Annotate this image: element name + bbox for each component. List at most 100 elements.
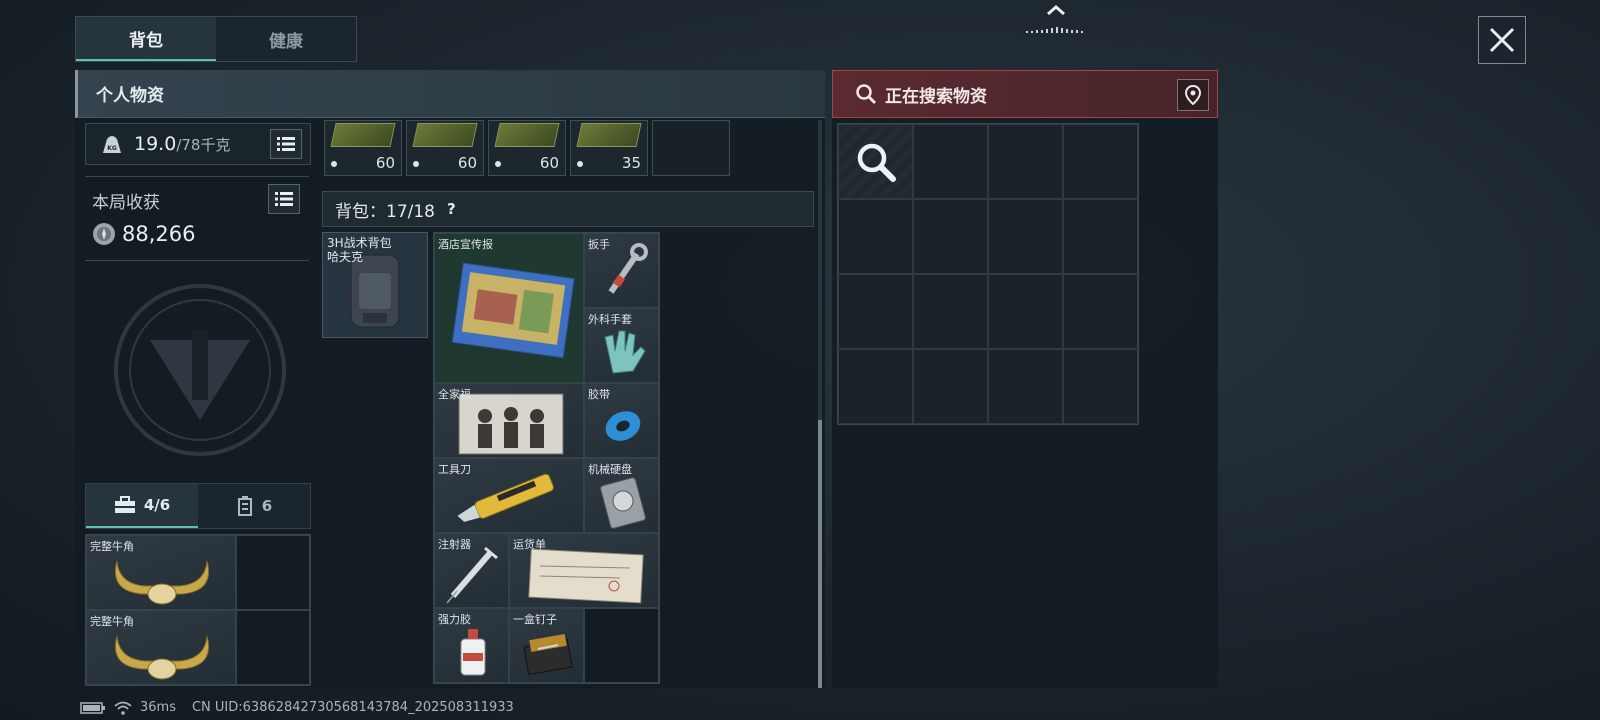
- tab-container[interactable]: 6: [198, 484, 310, 528]
- searching-slot[interactable]: [838, 124, 913, 199]
- session-loot-title: 本局收获: [92, 193, 160, 213]
- magnifier-icon: [857, 143, 896, 182]
- main-tabs: 背包 健康: [75, 16, 357, 62]
- empty-slot[interactable]: [913, 124, 988, 199]
- item-slot[interactable]: 外科手套: [584, 308, 659, 383]
- ammo-dot: [495, 161, 501, 167]
- ammo-slot[interactable]: 60: [488, 120, 566, 176]
- faction-emblem-watermark: [114, 284, 286, 456]
- collapse-handle[interactable]: [1020, 0, 1092, 40]
- battery-icon: [80, 701, 105, 714]
- ping-value: 36ms: [140, 700, 176, 715]
- empty-slot[interactable]: [988, 199, 1063, 274]
- empty-slot[interactable]: [1063, 349, 1138, 424]
- item-slot[interactable]: 工具刀: [434, 458, 584, 533]
- ammo-slot[interactable]: 35: [570, 120, 648, 176]
- backpack-capacity: 背包：17/18: [335, 201, 435, 222]
- empty-slot[interactable]: [236, 610, 310, 685]
- backpack-grid: 酒店宣传报 扳手 外科手套 全家福 胶带 工具刀 机械硬盘 注射器 运货单 强力…: [433, 232, 660, 684]
- backpack-capacity-bar: 背包：17/18 ?: [322, 191, 814, 227]
- ammo-count: 60: [457, 154, 477, 172]
- empty-slot[interactable]: [988, 124, 1063, 199]
- carry-weight: KG 19.0 /78千克: [85, 123, 311, 165]
- location-button[interactable]: [1177, 79, 1209, 111]
- search-icon: [856, 84, 877, 105]
- ammo-box-icon: [494, 123, 560, 147]
- ammo-box-icon: [412, 123, 478, 147]
- panel-title: 个人物资: [96, 86, 164, 106]
- empty-slot[interactable]: [1063, 274, 1138, 349]
- empty-slot[interactable]: [1063, 199, 1138, 274]
- weight-current: 19.0: [134, 133, 177, 155]
- empty-slot[interactable]: [988, 349, 1063, 424]
- item-label: 注射器: [438, 538, 471, 551]
- tab-health[interactable]: 健康: [216, 17, 356, 61]
- ammo-box-icon: [576, 123, 642, 147]
- svg-text:KG: KG: [107, 145, 117, 152]
- equipped-backpack[interactable]: 3H战术背包 哈夫克: [322, 232, 428, 338]
- backpack-name: 3H战术背包 哈夫克: [327, 236, 392, 264]
- session-loot-value: 88,266: [92, 222, 195, 246]
- item-label: 运货单: [513, 538, 546, 551]
- search-header: 正在搜索物资: [832, 70, 1218, 118]
- hotel-poster-icon: [451, 262, 575, 359]
- item-slot[interactable]: 全家福: [434, 383, 584, 458]
- item-slot[interactable]: 机械硬盘: [584, 458, 659, 533]
- empty-slot[interactable]: [236, 535, 310, 610]
- item-slot[interactable]: 扳手: [584, 233, 659, 308]
- item-slot[interactable]: 完整牛角: [86, 610, 236, 685]
- ammo-slot[interactable]: 60: [324, 120, 402, 176]
- item-slot[interactable]: 酒店宣传报: [434, 233, 584, 383]
- list-icon: [277, 137, 295, 151]
- item-slot[interactable]: 一盒钉子: [509, 608, 584, 683]
- empty-slot[interactable]: [838, 349, 913, 424]
- location-pin-icon: [1185, 85, 1201, 105]
- coin-icon: [93, 223, 115, 245]
- empty-slot[interactable]: [913, 199, 988, 274]
- empty-slot[interactable]: [1063, 124, 1138, 199]
- divider: [85, 176, 309, 177]
- ammo-dot: [577, 161, 583, 167]
- item-slot[interactable]: 完整牛角: [86, 535, 236, 610]
- safe-box-grid: 完整牛角 完整牛角: [85, 534, 311, 686]
- item-label: 完整牛角: [90, 540, 134, 553]
- help-button[interactable]: ?: [447, 200, 456, 218]
- chevron-up-icon: [1026, 5, 1083, 33]
- ammo-count: 35: [621, 154, 641, 172]
- loot-list-button[interactable]: [268, 184, 300, 214]
- personal-items-header: 个人物资: [75, 70, 825, 118]
- item-label: 机械硬盘: [588, 463, 632, 476]
- search-container-grid: [837, 123, 1139, 425]
- weight-max: /78千克: [176, 135, 231, 154]
- item-slot[interactable]: 胶带: [584, 383, 659, 458]
- ammo-count: 60: [375, 154, 395, 172]
- item-label: 全家福: [438, 388, 471, 401]
- close-button[interactable]: [1478, 16, 1526, 64]
- toolbox-icon: [114, 496, 135, 513]
- item-label: 一盒钉子: [513, 613, 557, 626]
- item-label: 强力胶: [438, 613, 471, 626]
- item-slot[interactable]: 强力胶: [434, 608, 509, 683]
- empty-slot[interactable]: [913, 349, 988, 424]
- container-icon: [237, 496, 252, 516]
- item-slot[interactable]: 注射器: [434, 533, 509, 608]
- empty-slot[interactable]: [838, 199, 913, 274]
- item-slot[interactable]: 运货单: [509, 533, 659, 608]
- item-label: 工具刀: [438, 463, 471, 476]
- empty-slot[interactable]: [988, 274, 1063, 349]
- safe-box-tabs: 4/6 6: [85, 483, 311, 529]
- empty-slot[interactable]: [838, 274, 913, 349]
- item-label: 胶带: [588, 388, 610, 401]
- tab-safe-box[interactable]: 4/6: [86, 484, 198, 528]
- status-bar: 36ms CN UID:63862842730568143784_2025083…: [80, 700, 514, 715]
- empty-slot[interactable]: [913, 274, 988, 349]
- scrollbar-thumb[interactable]: [818, 420, 822, 688]
- weight-list-button[interactable]: [270, 129, 302, 159]
- empty-ammo-slot[interactable]: [652, 120, 730, 176]
- empty-slot[interactable]: [584, 608, 659, 683]
- ammo-slot[interactable]: 60: [406, 120, 484, 176]
- ammo-box-icon: [330, 123, 396, 147]
- divider: [85, 260, 309, 261]
- search-title: 正在搜索物资: [885, 86, 987, 107]
- tab-backpack[interactable]: 背包: [76, 17, 216, 61]
